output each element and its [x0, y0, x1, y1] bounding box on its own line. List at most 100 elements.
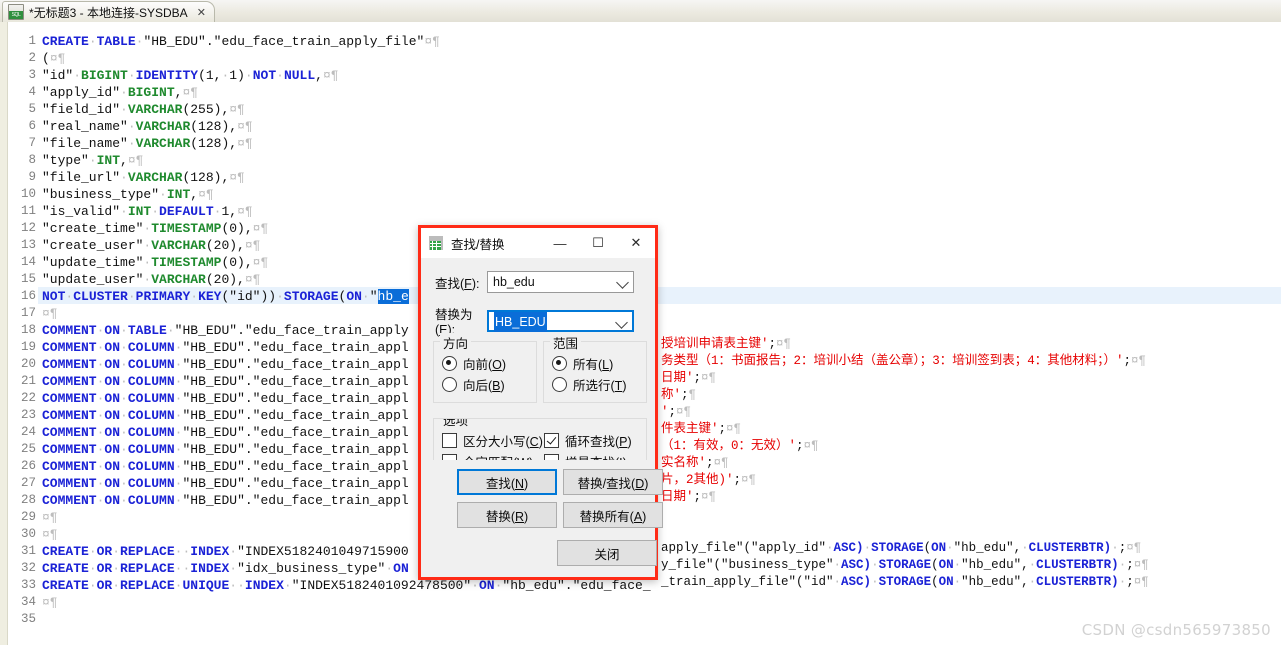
code-line-fragment[interactable]: 实名称';¤¶: [661, 455, 729, 472]
chevron-down-icon[interactable]: [615, 315, 628, 329]
code-line[interactable]: "apply_id"·BIGINT,¤¶: [42, 84, 198, 101]
close-icon[interactable]: ✕: [197, 6, 206, 19]
code-token: ASC): [833, 541, 864, 555]
code-line[interactable]: ¤¶: [42, 526, 58, 543]
radio-icon[interactable]: [552, 377, 567, 392]
code-token: CREATE: [42, 561, 89, 576]
code-token: ON: [104, 459, 121, 474]
code-token: ·: [229, 561, 238, 576]
find-input[interactable]: hb_edu: [487, 271, 634, 293]
code-line-fragment[interactable]: y_file"("business_type"·ASC)·STORAGE(ON·…: [661, 557, 1149, 574]
code-token: "hb_edu"."edu_face_: [502, 578, 651, 593]
code-line-fragment[interactable]: 件表主键';¤¶: [661, 421, 741, 438]
replace-all-button[interactable]: 替换所有(A): [563, 502, 663, 528]
code-line-fragment[interactable]: ';¤¶: [661, 404, 691, 421]
checkbox-icon[interactable]: [544, 433, 559, 448]
code-line[interactable]: COMMENT·ON·COLUMN·"HB_EDU"."edu_face_tra…: [42, 475, 409, 492]
code-token: ·: [120, 425, 128, 440]
code-line-fragment[interactable]: apply_file"("apply_id"·ASC)·STORAGE(ON·"…: [661, 540, 1141, 557]
code-line[interactable]: ¤¶: [42, 509, 58, 526]
code-line[interactable]: "real_name"·VARCHAR(128),¤¶: [42, 118, 253, 135]
replace-find-button[interactable]: 替换/查找(D): [563, 469, 663, 495]
code-token: STORAGE: [283, 289, 339, 304]
code-line[interactable]: "type"·INT,¤¶: [42, 152, 143, 169]
code-line[interactable]: COMMENT·ON·COLUMN·"HB_EDU"."edu_face_tra…: [42, 458, 409, 475]
code-line[interactable]: "file_url"·VARCHAR(128),¤¶: [42, 169, 245, 186]
line-number: 25: [20, 442, 36, 456]
code-line[interactable]: COMMENT·ON·TABLE·"HB_EDU"."edu_face_trai…: [42, 322, 409, 339]
minimize-icon[interactable]: —: [541, 229, 579, 258]
code-token: "type": [42, 153, 89, 168]
code-token: ··: [229, 578, 245, 593]
code-line-fragment[interactable]: 授培训申请表主键';¤¶: [661, 336, 791, 353]
checkbox-match-case[interactable]: 区分大小写(C): [442, 431, 543, 450]
code-token: ;: [706, 456, 714, 470]
code-token: "create_time": [42, 221, 144, 236]
radio-direction-backward[interactable]: 向后(B): [442, 375, 505, 394]
code-line-fragment[interactable]: （1：有效，0：无效）';¤¶: [661, 438, 819, 455]
chevron-down-icon[interactable]: [616, 276, 629, 289]
code-line[interactable]: "create_user"·VARCHAR(20),¤¶: [42, 237, 260, 254]
code-line[interactable]: "field_id"·VARCHAR(255),¤¶: [42, 101, 245, 118]
code-token: ON: [104, 340, 121, 355]
code-line-fragment[interactable]: 日期';¤¶: [661, 370, 716, 387]
code-token: ;: [693, 490, 702, 504]
code-line[interactable]: COMMENT·ON·COLUMN·"HB_EDU"."edu_face_tra…: [42, 356, 409, 373]
code-token: (128),: [182, 170, 230, 185]
code-token: ¤¶: [676, 405, 692, 419]
code-line[interactable]: (¤¶: [42, 50, 65, 67]
dialog-title-bar[interactable]: 查找/替换 — ☐ ✕: [421, 228, 655, 258]
close-icon[interactable]: ✕: [617, 229, 655, 258]
code-line[interactable]: CREATE·TABLE·"HB_EDU"."edu_face_train_ap…: [42, 33, 440, 50]
radio-scope-selected-lines[interactable]: 所选行(T): [552, 375, 626, 394]
code-token: STORAGE: [871, 541, 924, 555]
code-line[interactable]: COMMENT·ON·COLUMN·"HB_EDU"."edu_face_tra…: [42, 407, 409, 424]
radio-direction-forward[interactable]: 向前(O): [442, 354, 506, 373]
code-line-fragment[interactable]: _train_apply_file"("id"·ASC)·STORAGE(ON·…: [661, 574, 1149, 591]
maximize-icon[interactable]: ☐: [579, 229, 617, 258]
code-token: ON: [104, 391, 121, 406]
code-line[interactable]: CREATE·OR·REPLACE··INDEX·"INDEX518240104…: [42, 543, 409, 560]
radio-scope-all[interactable]: 所有(L): [552, 354, 613, 373]
code-token: COLUMN: [127, 476, 175, 491]
code-line[interactable]: COMMENT·ON·COLUMN·"HB_EDU"."edu_face_tra…: [42, 339, 409, 356]
line-number: 16: [20, 289, 36, 303]
code-line[interactable]: "business_type"·INT,¤¶: [42, 186, 214, 203]
code-line-fragment[interactable]: 片，2其他)';¤¶: [661, 472, 756, 489]
checkbox-icon[interactable]: [442, 433, 457, 448]
code-line-fragment[interactable]: 日期';¤¶: [661, 489, 716, 506]
line-number: 13: [20, 238, 36, 252]
close-button[interactable]: 关闭: [557, 540, 657, 566]
code-token: ¤¶: [322, 68, 339, 83]
code-line-fragment[interactable]: 称';¶: [661, 387, 696, 404]
code-line[interactable]: "is_valid"·INT·DEFAULT·1,¤¶: [42, 203, 253, 220]
radio-icon[interactable]: [442, 377, 457, 392]
code-line[interactable]: COMMENT·ON·COLUMN·"HB_EDU"."edu_face_tra…: [42, 424, 409, 441]
code-line[interactable]: COMMENT·ON·COLUMN·"HB_EDU"."edu_face_tra…: [42, 390, 409, 407]
find-next-button[interactable]: 查找(N): [457, 469, 557, 495]
code-token: ·: [190, 289, 199, 304]
code-line[interactable]: "update_time"·TIMESTAMP(0),¤¶: [42, 254, 268, 271]
code-line[interactable]: "update_user"·VARCHAR(20),¤¶: [42, 271, 260, 288]
code-line[interactable]: "id"·BIGINT·IDENTITY(1,·1)·NOT·NULL,¤¶: [42, 67, 339, 84]
code-line-fragment[interactable]: 务类型（1：书面报告；2：培训小结（盖公章）；3：培训签到表；4：其他材料；）'…: [661, 353, 1146, 370]
code-token: CREATE: [42, 544, 89, 559]
code-line[interactable]: COMMENT·ON·COLUMN·"HB_EDU"."edu_face_tra…: [42, 441, 409, 458]
line-number: 26: [20, 459, 36, 473]
code-line[interactable]: COMMENT·ON·COLUMN·"HB_EDU"."edu_face_tra…: [42, 492, 409, 509]
replace-input[interactable]: HB_EDU: [487, 309, 634, 332]
code-line[interactable]: COMMENT·ON·COLUMN·"HB_EDU"."edu_face_tra…: [42, 373, 409, 390]
checkbox-wrap-search[interactable]: 循环查找(P): [544, 431, 632, 450]
replace-button[interactable]: 替换(R): [457, 502, 557, 528]
find-replace-dialog[interactable]: 查找/替换 — ☐ ✕ 查找(F): hb_edu 替换为(E): HB_EDU…: [418, 225, 663, 580]
code-line[interactable]: ¤¶: [42, 594, 58, 611]
radio-icon[interactable]: [552, 356, 567, 371]
code-line[interactable]: NOT·CLUSTER·PRIMARY·KEY("id"))·STORAGE(O…: [42, 288, 409, 305]
code-line[interactable]: ¤¶: [42, 305, 58, 322]
radio-icon[interactable]: [442, 356, 457, 371]
code-line[interactable]: "file_name"·VARCHAR(128),¤¶: [42, 135, 253, 152]
code-token: ¤¶: [252, 221, 269, 236]
code-line[interactable]: CREATE·OR·REPLACE··INDEX·"idx_business_t…: [42, 560, 409, 577]
editor-tab[interactable]: *无标题3 - 本地连接-SYSDBA ✕: [2, 1, 215, 22]
code-line[interactable]: "create_time"·TIMESTAMP(0),¤¶: [42, 220, 268, 237]
